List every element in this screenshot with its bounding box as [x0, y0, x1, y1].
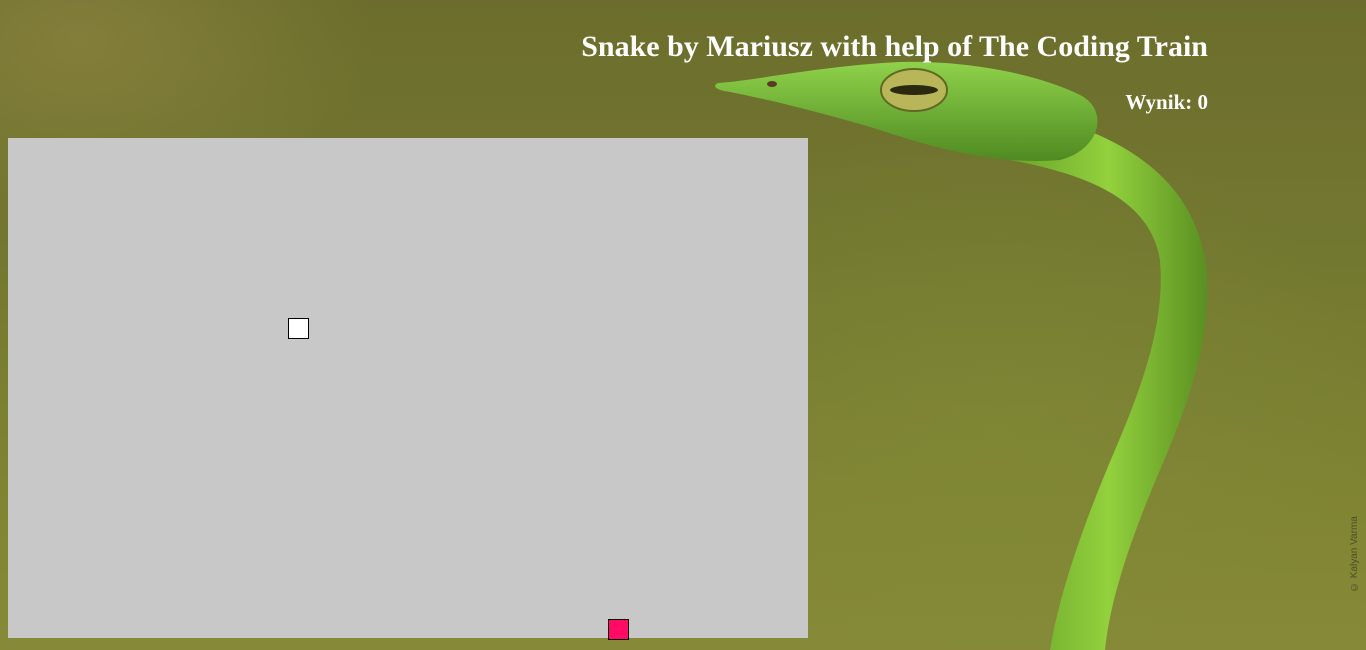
score-display: Wynik: 0	[1125, 90, 1208, 114]
snake-body-shape	[1010, 110, 1208, 650]
snake-nostril	[767, 81, 777, 87]
game-canvas[interactable]	[8, 138, 808, 640]
snake-head	[288, 318, 309, 339]
page-title: Snake by Mariusz with help of The Coding…	[581, 30, 1208, 63]
snake-eye-pupil	[890, 85, 938, 95]
food-item	[608, 619, 629, 640]
photo-credit: © Kalyan Varma	[1349, 516, 1360, 592]
